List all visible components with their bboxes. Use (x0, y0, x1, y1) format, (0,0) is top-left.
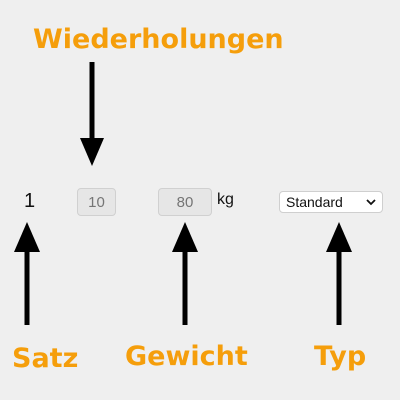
callout-type: Typ (314, 341, 367, 372)
weight-input[interactable] (158, 188, 212, 216)
type-arrow (326, 222, 352, 325)
reps-arrow (80, 62, 104, 166)
set-type-selected-value: Standard (286, 194, 343, 210)
set-arrow (14, 222, 40, 325)
chevron-down-icon (366, 197, 376, 207)
callout-weight: Gewicht (125, 341, 248, 372)
weight-arrow (172, 222, 198, 325)
weight-unit-label: kg (217, 191, 234, 208)
callout-set: Satz (12, 343, 79, 374)
reps-input[interactable] (77, 188, 116, 216)
set-type-select[interactable]: Standard (279, 191, 383, 213)
set-number: 1 (24, 190, 36, 212)
callout-reps: Wiederholungen (33, 24, 284, 55)
